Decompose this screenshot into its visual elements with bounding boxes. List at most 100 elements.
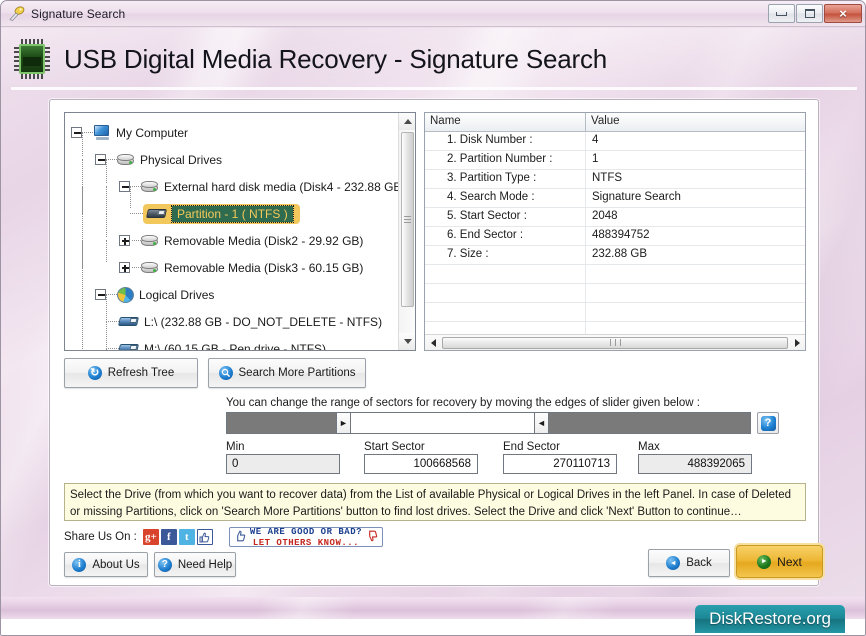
grip-icon [608,339,623,346]
table-row[interactable]: 7. Size :232.88 GB [425,246,805,265]
main-panel: My Computer Physical Drives External har… [49,99,819,586]
feedback-banner[interactable]: WE ARE GOOD OR BAD? LET OTHERS KNOW... [229,527,383,547]
tree-item-label: Physical Drives [140,153,222,167]
signature-search-icon [8,5,25,22]
grip-icon [404,214,411,225]
page-title: USB Digital Media Recovery - Signature S… [64,44,607,75]
slider-start-handle[interactable]: ► [336,413,351,433]
tree-item-partition-1[interactable]: Partition - 1 ( NTFS ) [71,200,397,227]
tree-item-removable-disk2[interactable]: Removable Media (Disk2 - 29.92 GB) [71,227,397,254]
table-row [425,265,805,284]
start-sector-input[interactable]: 100668568 [364,454,478,474]
start-sector-label: Start Sector [364,441,425,453]
tree-item-selected[interactable]: Partition - 1 ( NTFS ) [143,204,300,224]
table-row [425,284,805,303]
minimize-icon [776,12,787,16]
tree-item-drive-l[interactable]: L:\ (232.88 GB - DO_NOT_DELETE - NTFS) [71,308,397,335]
scroll-left-icon[interactable] [425,335,441,351]
about-us-button[interactable]: About Us [64,552,148,577]
tree-item-my-computer[interactable]: My Computer [71,119,397,146]
min-field: 0 [226,454,340,474]
row-value: 2048 [586,208,805,226]
max-label: Max [638,441,660,453]
expander-minus-icon[interactable] [119,181,130,192]
slider-right-fill [549,413,750,433]
sector-range-slider[interactable]: ► ◄ [226,412,751,434]
arrow-left-icon [666,556,680,570]
scrollbar-thumb[interactable] [401,132,414,307]
row-name [425,284,586,302]
need-help-button[interactable]: Need Help [154,552,236,577]
search-icon [219,366,233,380]
drive-tree[interactable]: My Computer Physical Drives External har… [64,112,416,351]
table-row[interactable]: 4. Search Mode :Signature Search [425,189,805,208]
tree-item-label: Removable Media (Disk3 - 60.15 GB) [164,261,363,275]
tree-item-removable-disk3[interactable]: Removable Media (Disk3 - 60.15 GB) [71,254,397,281]
tree-connector [132,240,141,241]
window-controls: × [767,4,862,23]
row-value: 4 [586,132,805,150]
thumbs-up-icon [234,530,246,545]
expander-minus-icon[interactable] [95,154,106,165]
partition-details-panel: Name Value 1. Disk Number :4 2. Partitio… [424,112,806,351]
info-icon [72,558,86,572]
row-name: 7. Size : [425,246,586,264]
twitter-icon[interactable]: t [179,529,195,545]
slider-left-fill [227,413,336,433]
minimize-button[interactable] [768,4,795,23]
application-window: Signature Search × USB Digital Media Rec… [0,0,866,636]
question-mark-icon: ? [761,416,776,431]
row-value [586,284,805,302]
tree-connector [106,321,119,322]
tree-item-label: External hard disk media (Disk4 - 232.88… [164,180,405,194]
tree-item-drive-m[interactable]: M:\ (60.15 GB - Pen drive - NTFS) [71,335,397,351]
scroll-down-icon[interactable] [399,333,416,350]
tree-item-label: My Computer [116,126,188,140]
details-horizontal-scrollbar[interactable] [425,334,805,350]
tree-item-label: Logical Drives [139,288,214,302]
row-value: Signature Search [586,189,805,207]
need-help-label: Need Help [178,559,232,571]
refresh-tree-button[interactable]: Refresh Tree [64,358,198,388]
scroll-up-icon[interactable] [399,113,416,130]
expander-minus-icon[interactable] [71,127,82,138]
end-sector-input[interactable]: 270110713 [503,454,617,474]
tree-connector [108,159,117,160]
slider-end-handle[interactable]: ◄ [534,413,549,433]
tree-connector [132,267,141,268]
tree-item-external-hard-disk[interactable]: External hard disk media (Disk4 - 232.88… [71,173,397,200]
disk-icon [141,261,159,275]
table-row[interactable]: 2. Partition Number :1 [425,151,805,170]
expander-plus-icon[interactable] [119,262,130,273]
google-plus-icon[interactable]: g+ [143,529,159,545]
about-us-label: About Us [92,559,139,571]
expander-plus-icon[interactable] [119,235,130,246]
tree-item-logical-drives[interactable]: Logical Drives [71,281,397,308]
close-button[interactable]: × [824,4,862,23]
table-row[interactable]: 6. End Sector :488394752 [425,227,805,246]
row-name: 5. Start Sector : [425,208,586,226]
row-value: 232.88 GB [586,246,805,264]
table-row[interactable]: 3. Partition Type :NTFS [425,170,805,189]
disk-icon [141,234,159,248]
maximize-button[interactable] [796,4,823,23]
scrollbar-thumb[interactable] [442,337,788,349]
search-more-partitions-button[interactable]: Search More Partitions [208,358,366,388]
table-row[interactable]: 1. Disk Number :4 [425,132,805,151]
back-label: Back [686,557,712,569]
tree-vertical-scrollbar[interactable] [398,113,415,350]
header-divider [11,87,857,90]
thumbs-up-icon[interactable] [197,529,213,545]
row-name: 6. End Sector : [425,227,586,245]
next-button[interactable]: Next [736,545,823,578]
row-name: 1. Disk Number : [425,132,586,150]
tree-item-physical-drives[interactable]: Physical Drives [71,146,397,173]
expander-minus-icon[interactable] [95,289,106,300]
slider-selected-range[interactable] [351,413,534,433]
facebook-icon[interactable]: f [161,529,177,545]
scroll-right-icon[interactable] [789,335,805,351]
table-row[interactable]: 5. Start Sector :2048 [425,208,805,227]
tree-item-label: Partition - 1 ( NTFS ) [172,206,293,222]
back-button[interactable]: Back [648,549,730,577]
slider-help-button[interactable]: ? [757,412,779,434]
